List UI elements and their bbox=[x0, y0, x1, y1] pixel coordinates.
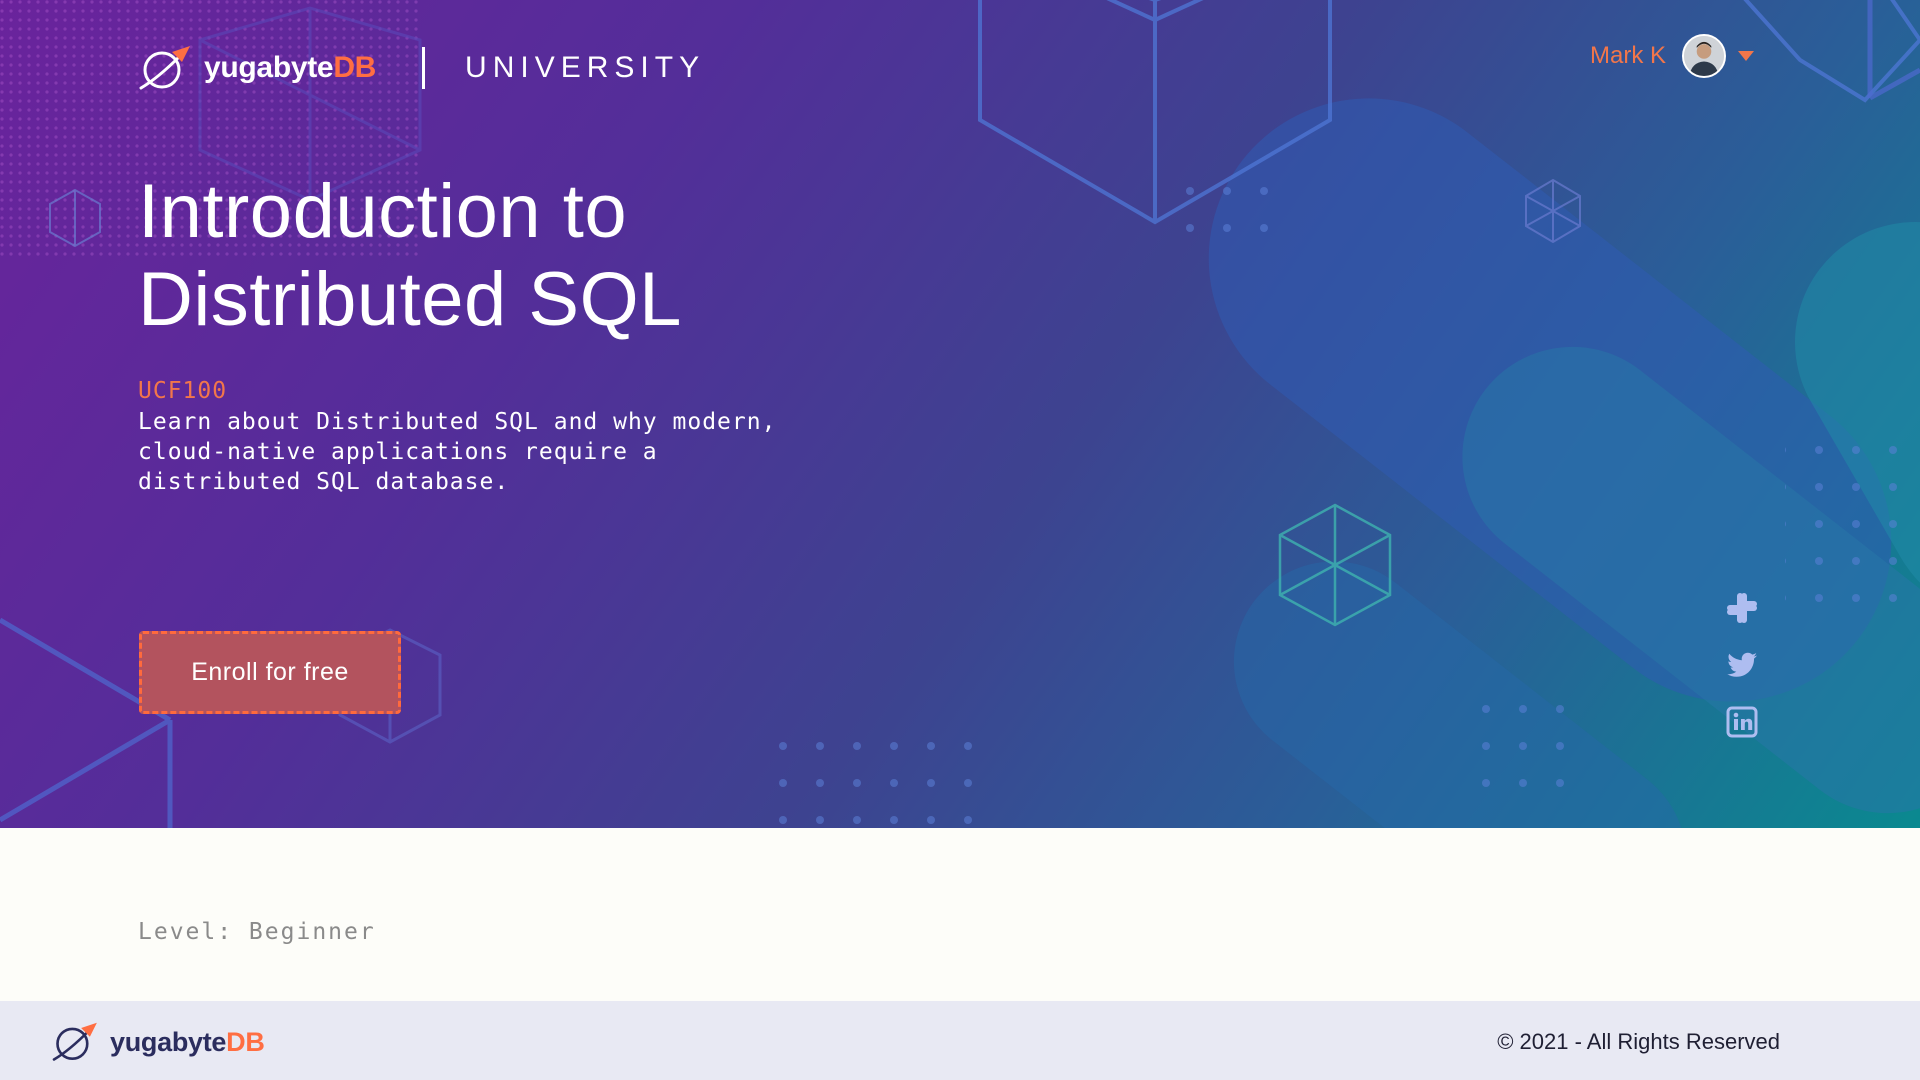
brand-name-suffix: DB bbox=[333, 51, 377, 84]
footer-brand[interactable]: yugabyteDB bbox=[50, 1021, 265, 1063]
course-description-line: cloud-native applications require a bbox=[138, 439, 658, 465]
footer: yugabyteDB © 2021 - All Rights Reserved bbox=[0, 1001, 1920, 1080]
hero-banner: yugabyteDB UNIVERSITY Mark K Introductio… bbox=[0, 0, 1920, 828]
user-menu[interactable]: Mark K bbox=[1590, 34, 1755, 78]
course-title-line: Distributed SQL bbox=[138, 257, 682, 342]
footer-brand-name-suffix: DB bbox=[226, 1026, 265, 1057]
slack-icon bbox=[1727, 593, 1757, 623]
linkedin-icon bbox=[1726, 706, 1758, 738]
course-title-line: Introduction to bbox=[138, 169, 628, 254]
twitter-link[interactable] bbox=[1724, 647, 1760, 683]
twitter-icon bbox=[1727, 652, 1757, 677]
course-level: Level: Beginner bbox=[138, 919, 376, 945]
course-description: Learn about Distributed SQL and why mode… bbox=[138, 407, 878, 497]
footer-wordmark: yugabyteDB bbox=[110, 1027, 265, 1058]
brand-divider bbox=[422, 47, 426, 89]
enroll-button[interactable]: Enroll for free bbox=[139, 631, 401, 714]
brand-wordmark: yugabyteDB bbox=[204, 51, 376, 85]
brand-name: yugabyte bbox=[204, 51, 334, 84]
yugabyte-logo-icon bbox=[52, 1022, 97, 1061]
linkedin-link[interactable] bbox=[1724, 704, 1760, 740]
user-name: Mark K bbox=[1590, 42, 1667, 69]
chevron-down-icon[interactable] bbox=[1738, 51, 1755, 61]
brand-header[interactable]: yugabyteDB UNIVERSITY bbox=[138, 44, 705, 92]
footer-brand-name: yugabyte bbox=[110, 1026, 227, 1057]
course-title: Introduction to Distributed SQL bbox=[138, 168, 938, 344]
copyright-text: © 2021 - All Rights Reserved bbox=[1497, 1029, 1780, 1054]
course-code: UCF100 bbox=[138, 378, 228, 404]
course-description-line: Learn about Distributed SQL and why mode… bbox=[138, 409, 777, 435]
slack-link[interactable] bbox=[1724, 590, 1760, 626]
course-details: Level: Beginner bbox=[0, 828, 1920, 1001]
course-page: yugabyteDB UNIVERSITY Mark K Introductio… bbox=[0, 0, 1920, 1080]
course-description-line: distributed SQL database. bbox=[138, 469, 510, 495]
avatar bbox=[1682, 34, 1727, 78]
social-links bbox=[1724, 590, 1760, 761]
yugabyte-logo-icon bbox=[139, 46, 190, 90]
brand-section-label: UNIVERSITY bbox=[465, 51, 706, 84]
